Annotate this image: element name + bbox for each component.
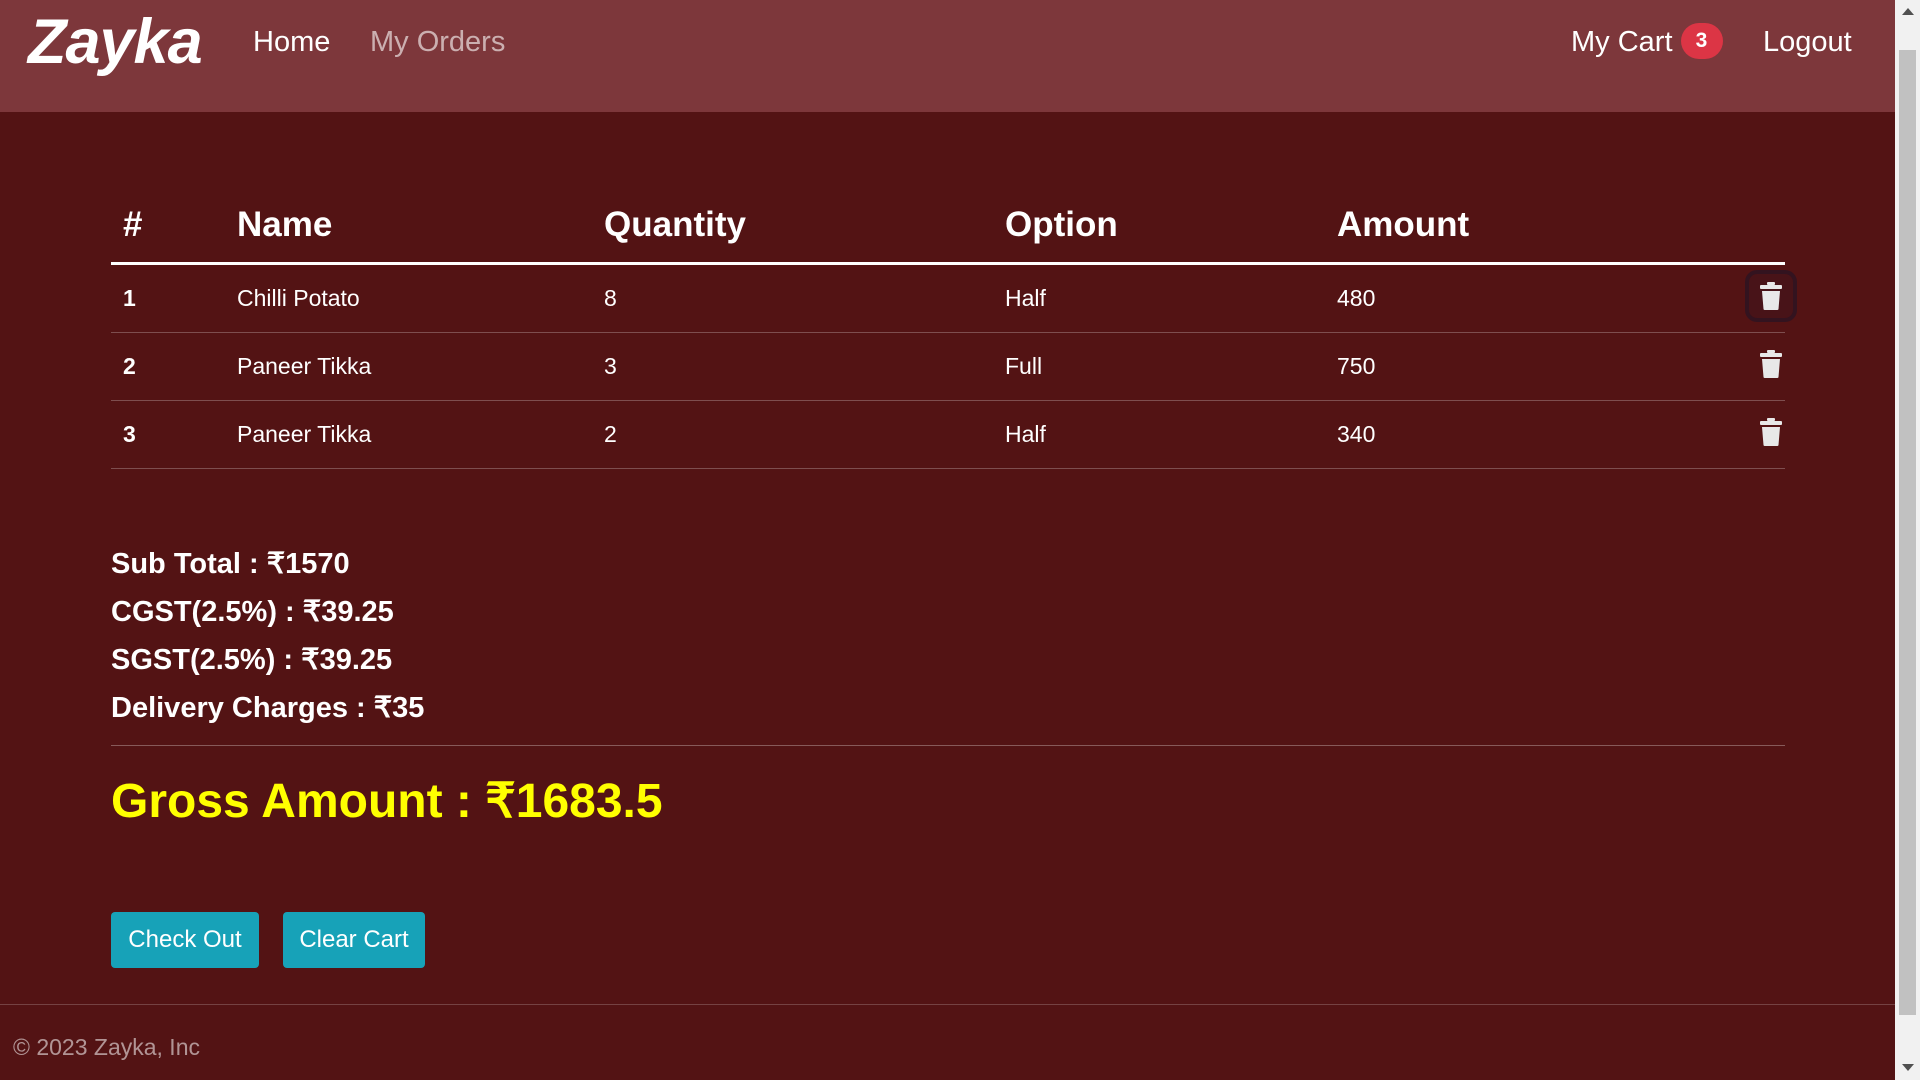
header-quantity: Quantity <box>592 188 993 265</box>
row-name: Chilli Potato <box>225 263 592 333</box>
brand-logo[interactable]: Zayka <box>28 6 203 78</box>
row-index: 2 <box>111 332 225 401</box>
delete-item-button[interactable] <box>1749 410 1793 454</box>
row-option: Half <box>993 400 1325 469</box>
trash-icon <box>1760 281 1782 310</box>
row-amount: 480 <box>1325 263 1701 333</box>
table-row: 2 Paneer Tikka 3 Full 750 <box>111 332 1785 401</box>
row-option: Half <box>993 263 1325 333</box>
nav-my-orders-link[interactable]: My Orders <box>370 24 505 60</box>
row-actions <box>1701 400 1785 469</box>
checkout-button[interactable]: Check Out <box>111 912 259 968</box>
row-option: Full <box>993 332 1325 401</box>
row-amount: 340 <box>1325 400 1701 469</box>
trash-icon <box>1760 417 1782 446</box>
header-index: # <box>111 188 225 265</box>
delete-item-button[interactable] <box>1749 342 1793 386</box>
delivery-charges: Delivery Charges : ₹35 <box>111 692 425 724</box>
row-quantity: 3 <box>592 332 993 401</box>
header-option: Option <box>993 188 1325 265</box>
scroll-up-arrow-icon[interactable] <box>1902 8 1914 15</box>
row-name: Paneer Tikka <box>225 332 592 401</box>
table-row: 1 Chilli Potato 8 Half 480 <box>111 263 1793 333</box>
row-amount: 750 <box>1325 332 1701 401</box>
delete-item-button[interactable] <box>1749 273 1793 318</box>
scroll-down-arrow-icon[interactable] <box>1902 1064 1914 1071</box>
row-quantity: 8 <box>592 263 993 333</box>
navbar: Zayka Home My Orders My Cart 3 Logout <box>0 0 1895 112</box>
nav-my-cart-link[interactable]: My Cart 3 <box>1571 23 1723 61</box>
header-amount: Amount <box>1325 188 1701 265</box>
sgst-line: SGST(2.5%) : ₹39.25 <box>111 644 393 676</box>
summary-divider <box>111 745 1785 746</box>
page-scrollbar[interactable] <box>1895 0 1920 1080</box>
nav-logout-link[interactable]: Logout <box>1763 24 1852 60</box>
order-summary: Sub Total : ₹1570 CGST(2.5%) : ₹39.25 SG… <box>111 540 424 732</box>
row-index: 1 <box>111 263 225 333</box>
table-header-row: # Name Quantity Option Amount <box>111 188 1785 265</box>
gross-amount: Gross Amount : ₹1683.5 <box>111 775 663 828</box>
my-cart-label: My Cart <box>1571 26 1673 58</box>
footer-divider <box>0 1004 1895 1005</box>
cart-count-badge: 3 <box>1680 23 1723 60</box>
cgst-line: CGST(2.5%) : ₹39.25 <box>111 596 394 628</box>
row-index: 3 <box>111 400 225 469</box>
row-actions <box>1701 263 1793 333</box>
sub-total: Sub Total : ₹1570 <box>111 548 350 580</box>
footer-copyright: © 2023 Zayka, Inc <box>13 1034 200 1060</box>
row-actions <box>1701 332 1785 401</box>
header-name: Name <box>225 188 592 265</box>
row-name: Paneer Tikka <box>225 400 592 469</box>
header-actions <box>1701 188 1785 265</box>
clear-cart-button[interactable]: Clear Cart <box>283 912 425 968</box>
trash-icon <box>1760 349 1782 378</box>
cart-table: # Name Quantity Option Amount 1 Chilli P… <box>111 188 1793 469</box>
nav-home-link[interactable]: Home <box>253 24 330 60</box>
row-quantity: 2 <box>592 400 993 469</box>
table-row: 3 Paneer Tikka 2 Half 340 <box>111 400 1785 469</box>
scrollbar-thumb[interactable] <box>1899 50 1916 1015</box>
